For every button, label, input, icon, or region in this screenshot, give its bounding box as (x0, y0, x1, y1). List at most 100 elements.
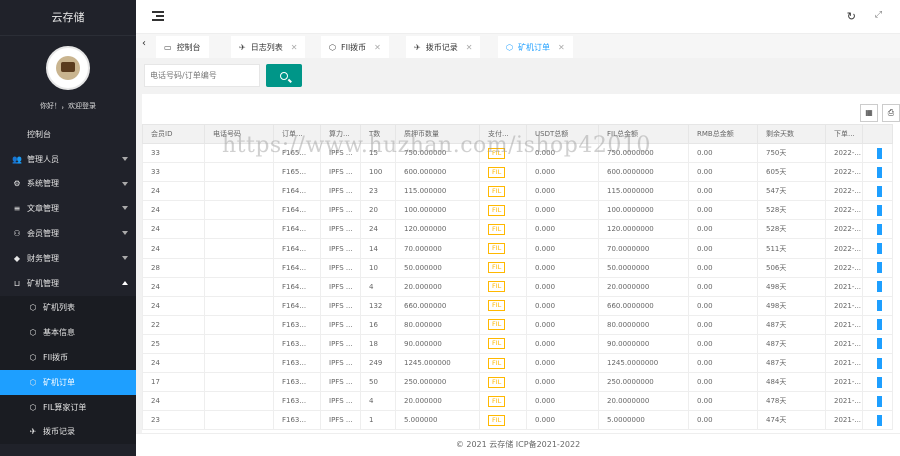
column-header[interactable]: 会员ID (142, 124, 205, 144)
table-row[interactable]: 24 F164... IPFS ... 14 70.000000 FIL 0.000 70.0… (142, 238, 893, 259)
table-cell: IPFS ... (320, 333, 361, 355)
column-header[interactable]: FIL总金额 (598, 124, 689, 144)
column-header[interactable]: 剩余天数 (757, 124, 826, 144)
table-row[interactable]: 22 F163... IPFS ... 16 80.000000 FIL 0.000 80.0… (142, 314, 893, 335)
table-cell: 4 (360, 391, 396, 412)
table-cell: 24 (142, 181, 205, 202)
column-header[interactable]: 下单... (825, 124, 863, 144)
sidebar-subitem-label: 基本信息 (43, 328, 75, 338)
table-cell: 50.0000000 (598, 257, 689, 278)
sidebar-subitem-0[interactable]: ⬡ 矿机列表 (0, 295, 136, 321)
fullscreen-icon[interactable]: ⤢ (875, 10, 882, 20)
sidebar-item-2[interactable]: ⚙ 系统管理 (0, 172, 136, 197)
table-cell: IPFS ... (320, 295, 361, 316)
table-cell: 100.0000000 (598, 200, 689, 221)
table-cell: FIL (479, 276, 527, 297)
table-row[interactable]: 24 F163... IPFS ... 249 1245.000000 FIL 0.000 1… (142, 353, 893, 374)
table-row[interactable]: 23 F163... IPFS ... 1 5.000000 FIL 0.000 5.0000… (142, 410, 893, 431)
table-cell: 24 (360, 219, 396, 240)
row-action-button[interactable] (877, 204, 882, 216)
tab-1[interactable]: ✈ 日志列表 ✕ (231, 36, 306, 58)
close-icon[interactable]: ✕ (466, 43, 473, 52)
column-header[interactable]: USDT总额 (526, 124, 599, 144)
cube-icon: ⬡ (506, 42, 513, 52)
refresh-icon[interactable]: ↻ (847, 10, 856, 23)
table-cell (204, 372, 274, 393)
table-row[interactable]: 24 F163... IPFS ... 4 20.000000 FIL 0.000 20.00… (142, 391, 893, 412)
sidebar-subitem-5[interactable]: ✈ 拨币记录 (0, 419, 136, 445)
columns-filter-icon[interactable]: ▦ (860, 104, 878, 122)
currency-badge: FIL (488, 223, 506, 235)
table-cell: 474天 (757, 410, 826, 431)
row-action-button[interactable] (877, 357, 882, 369)
close-icon[interactable]: ✕ (558, 43, 565, 52)
table-row[interactable]: 24 F164... IPFS ... 20 100.000000 FIL 0.000 100… (142, 200, 893, 221)
table-cell (204, 276, 274, 297)
table-row[interactable]: 33 F165... IPFS ... 100 600.000000 FIL 0.000 60… (142, 162, 893, 183)
table-row[interactable]: 17 F163... IPFS ... 50 250.000000 FIL 0.000 250… (142, 372, 893, 393)
row-action-button[interactable] (877, 243, 882, 255)
sidebar-item-0[interactable]: 控制台 (0, 122, 136, 147)
table-cell: 0.000 (526, 257, 599, 278)
table-cell: 506天 (757, 257, 826, 278)
table-row[interactable]: 24 F164... IPFS ... 24 120.000000 FIL 0.000 120… (142, 219, 893, 240)
layers-icon: ≡ (13, 204, 21, 214)
menu-toggle-icon[interactable] (152, 11, 164, 21)
column-header[interactable]: 订单... (273, 124, 321, 144)
row-action-button[interactable] (877, 166, 882, 178)
row-action-button[interactable] (877, 414, 882, 426)
table-row[interactable]: 28 F164... IPFS ... 10 50.000000 FIL 0.000 50.0… (142, 257, 893, 278)
chevron-up-icon (122, 280, 128, 285)
sidebar-subitem-2[interactable]: ⬡ FIl拨币 (0, 345, 136, 370)
tab-2[interactable]: ⬡ FIl拨币 ✕ (321, 36, 389, 58)
sidebar-subitem-label: 矿机订单 (43, 377, 75, 387)
row-action-button[interactable] (877, 300, 882, 312)
tab-0[interactable]: ▭ 控制台 (156, 36, 209, 58)
column-header[interactable]: 电话号码 (204, 124, 274, 144)
column-header[interactable]: RMB总金额 (688, 124, 758, 144)
row-action-button[interactable] (877, 223, 882, 235)
sidebar-item-1[interactable]: 👥 管理人员 (0, 147, 136, 172)
row-action-button[interactable] (877, 319, 882, 331)
column-header[interactable]: 支付... (479, 124, 527, 144)
table-cell: 33 (142, 142, 205, 164)
table-cell: F163... (273, 391, 321, 412)
currency-badge: FIL (488, 357, 506, 369)
brand-title: 云存储 (0, 0, 136, 36)
row-action-button[interactable] (877, 147, 882, 159)
row-action-button[interactable] (877, 376, 882, 388)
sidebar-item-6[interactable]: ⊔ 矿机管理 (0, 271, 136, 296)
tab-3[interactable]: ✈ 拨币记录 ✕ (406, 36, 481, 58)
print-icon[interactable]: ⎙ (882, 104, 900, 122)
chevron-down-icon (122, 231, 128, 236)
row-action-button[interactable] (877, 395, 882, 407)
column-header[interactable]: 质押币数量 (395, 124, 480, 144)
table-row[interactable]: 25 F163... IPFS ... 18 90.000000 FIL 0.000 90.0… (142, 333, 893, 355)
row-action-button[interactable] (877, 338, 882, 350)
cube-icon: ⬡ (29, 303, 37, 313)
sidebar-subitem-4[interactable]: ⬡ FIL算家订单 (0, 394, 136, 420)
search-input[interactable] (144, 64, 260, 87)
table-row[interactable]: 33 F165... IPFS ... 15 750.000000 FIL 0.000 750… (142, 142, 893, 164)
close-icon[interactable]: ✕ (291, 43, 298, 52)
column-header[interactable]: T数 (360, 124, 396, 144)
row-action-button[interactable] (877, 281, 882, 293)
sidebar-item-5[interactable]: ◆ 财务管理 (0, 246, 136, 271)
sidebar-subitem-1[interactable]: ⬡ 基本信息 (0, 320, 136, 346)
tab-4[interactable]: ⬡ 矿机订单 ✕ (498, 36, 573, 58)
sidebar-item-3[interactable]: ≡ 文章管理 (0, 196, 136, 221)
close-icon[interactable]: ✕ (374, 43, 381, 52)
row-action-button[interactable] (877, 262, 882, 274)
avatar[interactable] (46, 46, 90, 90)
row-action-button[interactable] (877, 185, 882, 197)
table-row[interactable]: 24 F164... IPFS ... 4 20.000000 FIL 0.000 20.00… (142, 276, 893, 297)
column-header[interactable]: 算力... (320, 124, 361, 144)
table-row[interactable]: 24 F164... IPFS ... 132 660.000000 FIL 0.000 66… (142, 295, 893, 316)
search-button[interactable] (266, 64, 302, 87)
sidebar-item-4[interactable]: ⚇ 会员管理 (0, 221, 136, 246)
tabs-prev-icon[interactable]: ‹ (142, 38, 146, 49)
table-row[interactable]: 24 F164... IPFS ... 23 115.000000 FIL 0.000 115… (142, 181, 893, 202)
monitor-icon: ▭ (164, 42, 172, 52)
table-cell: 22 (142, 314, 205, 335)
sidebar-subitem-3[interactable]: ⬡ 矿机订单 (0, 369, 136, 395)
